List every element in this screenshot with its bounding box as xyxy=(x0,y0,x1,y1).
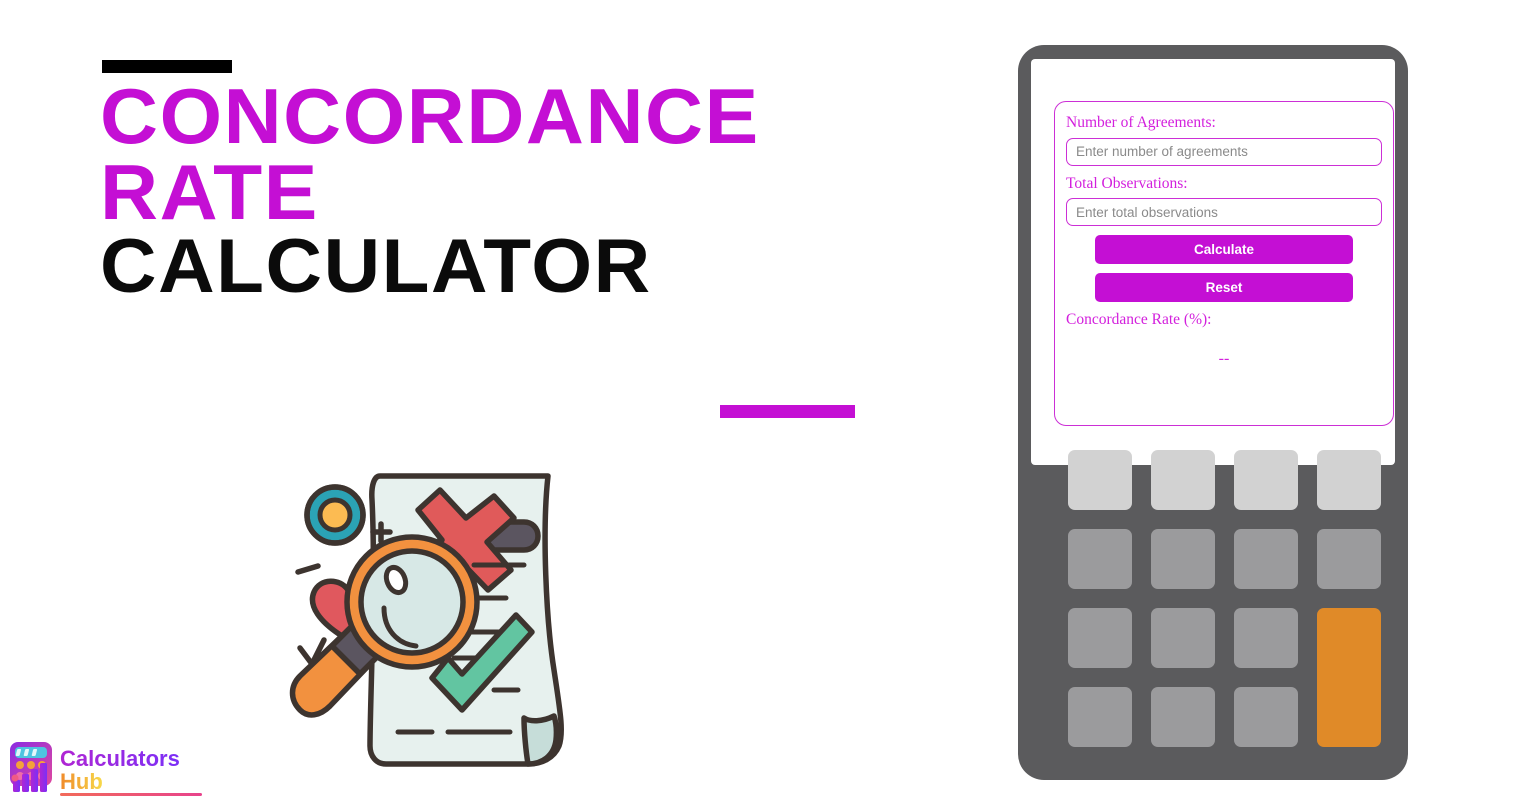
observations-label: Total Observations: xyxy=(1066,174,1188,192)
agreements-label: Number of Agreements: xyxy=(1066,114,1216,131)
page-title-line-2: RATE xyxy=(100,147,319,236)
keypad-key[interactable] xyxy=(1068,687,1132,747)
keypad-key[interactable] xyxy=(1068,608,1132,668)
target-circle-inner xyxy=(317,497,353,533)
keypad-key[interactable] xyxy=(1234,687,1298,747)
result-label: Concordance Rate (%): xyxy=(1066,311,1212,329)
keypad-key[interactable] xyxy=(1068,529,1132,589)
calculators-hub-logo[interactable]: Calculators Hub xyxy=(4,738,209,798)
logo-calculator-icon xyxy=(10,742,52,792)
keypad-key[interactable] xyxy=(1317,529,1381,589)
page-root: CONCORDANCE RATE CALCULATOR Calculators … xyxy=(0,0,1520,800)
observations-input[interactable] xyxy=(1066,198,1382,227)
logo-text-primary: Calculators xyxy=(60,746,180,771)
calculator-keypad xyxy=(1068,450,1381,755)
agreements-input[interactable] xyxy=(1066,137,1382,166)
page-title-line-3: CALCULATOR xyxy=(100,224,652,310)
reset-button[interactable]: Reset xyxy=(1095,273,1353,303)
title-bottom-rule xyxy=(720,405,855,418)
document-review-illustration xyxy=(280,460,610,780)
logo-underline xyxy=(60,793,202,796)
keypad-key[interactable] xyxy=(1151,608,1215,668)
keypad-key[interactable] xyxy=(1234,529,1298,589)
page-title-line-1: CONCORDANCE xyxy=(100,72,760,160)
hero-title-block: CONCORDANCE RATE CALCULATOR xyxy=(100,60,890,418)
keypad-key[interactable] xyxy=(1151,529,1215,589)
calculator-device: Number of Agreements: Total Observations… xyxy=(1018,45,1408,780)
keypad-key[interactable] xyxy=(1068,450,1132,510)
result-value: -- xyxy=(1218,350,1230,368)
logo-text-secondary: Hub xyxy=(60,769,103,794)
keypad-key[interactable] xyxy=(1234,450,1298,510)
keypad-key[interactable] xyxy=(1234,608,1298,668)
keypad-equals-key[interactable] xyxy=(1317,608,1381,747)
scroll-curl xyxy=(521,713,560,767)
concordance-form-panel: Number of Agreements: Total Observations… xyxy=(1054,101,1394,426)
keypad-key[interactable] xyxy=(1151,687,1215,747)
calculator-screen: Number of Agreements: Total Observations… xyxy=(1031,59,1395,465)
calculate-button[interactable]: Calculate xyxy=(1095,235,1353,265)
keypad-key[interactable] xyxy=(1317,450,1381,510)
keypad-key[interactable] xyxy=(1151,450,1215,510)
